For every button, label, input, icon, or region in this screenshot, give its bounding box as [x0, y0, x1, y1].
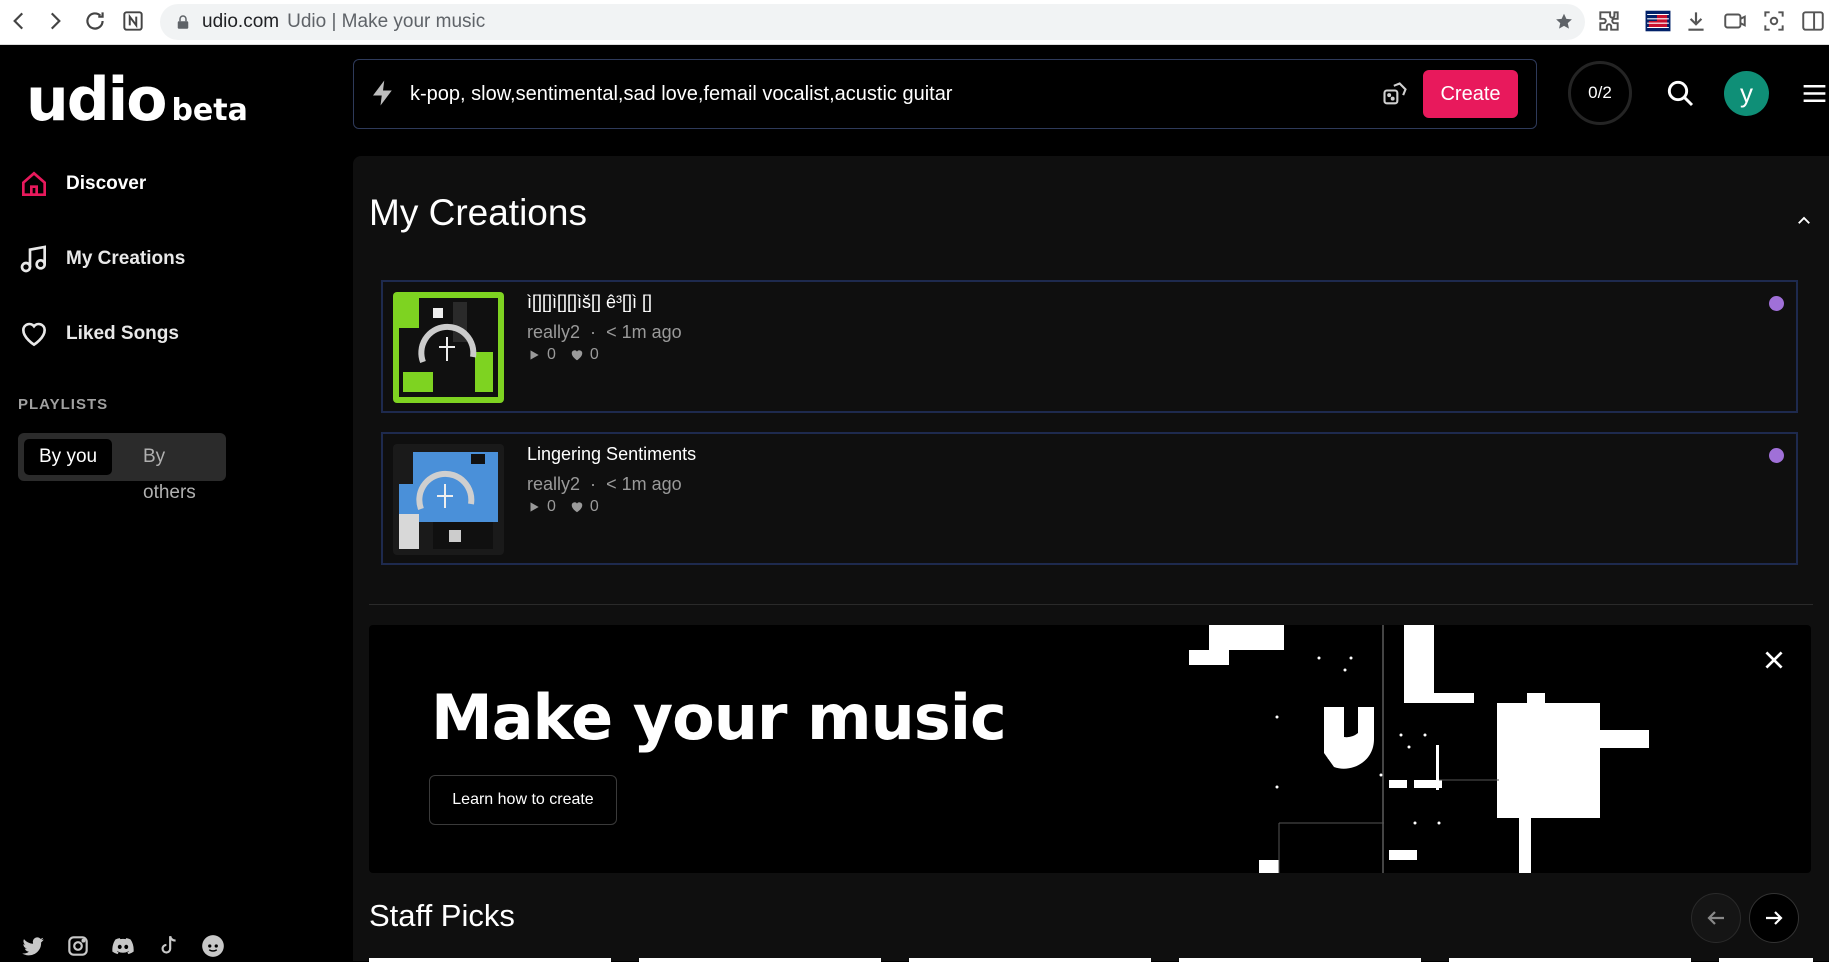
- song-author[interactable]: really2: [527, 474, 580, 494]
- staff-pick-card-edge[interactable]: [1719, 958, 1813, 962]
- song-title[interactable]: ì[][]ì[][]ìš[] ê³[]ì []: [527, 292, 652, 313]
- main-panel: My Creations ì[][]ì[][]ìš[] ê³[]ì [] rea…: [353, 156, 1829, 962]
- play-count: 0: [547, 346, 556, 363]
- tiktok-icon[interactable]: [155, 933, 181, 959]
- sidebar-item-liked-songs[interactable]: Liked Songs: [18, 318, 179, 350]
- learn-how-to-create-button[interactable]: Learn how to create: [429, 775, 617, 825]
- play-count-icon: [530, 350, 539, 360]
- like-count: 0: [589, 346, 599, 363]
- status-dot: [1769, 448, 1784, 463]
- song-time: < 1m ago: [606, 322, 682, 342]
- dice-icon[interactable]: [1381, 80, 1409, 108]
- staff-pick-card-edge[interactable]: [639, 958, 881, 962]
- carousel-prev-button[interactable]: [1691, 893, 1741, 943]
- flag-icon[interactable]: [1645, 8, 1671, 34]
- lock-icon: [177, 15, 189, 29]
- banner-headline: Make your music: [431, 681, 1007, 754]
- close-icon[interactable]: [1761, 647, 1787, 673]
- reload-icon[interactable]: [82, 8, 108, 34]
- forward-icon[interactable]: [42, 8, 68, 34]
- heart-icon: [21, 322, 47, 347]
- search-icon[interactable]: [1664, 77, 1696, 109]
- meta-separator: ·: [585, 474, 602, 494]
- song-author[interactable]: really2: [527, 322, 580, 342]
- song-card[interactable]: Lingering Sentiments really2 · < 1m ago …: [381, 432, 1798, 565]
- banner-art: [1189, 625, 1649, 873]
- user-avatar[interactable]: y: [1724, 71, 1769, 116]
- playlists-heading: PLAYLISTS: [18, 396, 109, 413]
- prompt-input[interactable]: k-pop, slow,sentimental,sad love,femail …: [410, 83, 952, 106]
- staff-pick-card-edge[interactable]: [1179, 958, 1421, 962]
- sidebar-item-my-creations[interactable]: My Creations: [18, 243, 185, 275]
- sidebar-item-label: Liked Songs: [66, 323, 179, 344]
- address-page-title: Udio | Make your music: [287, 11, 486, 32]
- like-count-icon: [571, 502, 583, 513]
- lightning-icon[interactable]: [368, 78, 398, 108]
- song-title[interactable]: Lingering Sentiments: [527, 444, 696, 465]
- tab-by-you[interactable]: By you: [24, 439, 113, 475]
- screenshot-icon[interactable]: [1761, 8, 1787, 34]
- reddit-icon[interactable]: [200, 933, 226, 959]
- staff-picks-title: Staff Picks: [369, 898, 515, 933]
- song-time: < 1m ago: [606, 474, 682, 494]
- hamburger-menu-icon[interactable]: [1800, 79, 1829, 108]
- home-icon: [22, 171, 46, 196]
- discord-icon[interactable]: [110, 933, 136, 959]
- address-bar[interactable]: udio.com Udio | Make your music: [160, 4, 1585, 40]
- staff-pick-card-edge[interactable]: [369, 958, 611, 962]
- social-links: [20, 933, 226, 959]
- staff-pick-card-edge[interactable]: [1449, 958, 1691, 962]
- chevron-up-icon[interactable]: [1795, 212, 1813, 230]
- split-view-icon[interactable]: [1800, 8, 1826, 34]
- play-count: 0: [547, 498, 556, 515]
- section-divider: [369, 604, 1813, 605]
- meta-separator: ·: [585, 322, 602, 342]
- download-icon[interactable]: [1683, 8, 1709, 34]
- cast-icon[interactable]: [1722, 8, 1748, 34]
- arrow-left-icon: [1707, 911, 1724, 925]
- tab-by-others[interactable]: By others: [128, 439, 226, 503]
- play-count-icon: [530, 502, 539, 512]
- udio-logo[interactable]: udio beta: [26, 65, 248, 135]
- song-meta: really2 · < 1m ago: [527, 322, 682, 343]
- staff-pick-card-edge[interactable]: [909, 958, 1151, 962]
- song-cover-art[interactable]: [393, 444, 504, 555]
- sidebar-item-label: My Creations: [66, 248, 186, 269]
- song-meta: really2 · < 1m ago: [527, 474, 682, 495]
- notion-icon[interactable]: [120, 8, 146, 34]
- status-dot: [1769, 296, 1784, 311]
- sidebar-item-label: Discover: [66, 173, 147, 194]
- carousel-next-button[interactable]: [1749, 893, 1799, 943]
- instagram-icon[interactable]: [65, 933, 91, 959]
- extension-icon[interactable]: [1596, 8, 1622, 34]
- sidebar-item-discover[interactable]: Discover: [18, 168, 146, 200]
- logo-beta-badge: beta: [171, 93, 248, 128]
- address-domain: udio.com: [202, 11, 280, 32]
- like-count: 0: [589, 498, 599, 515]
- music-note-icon: [20, 245, 46, 273]
- twitter-icon[interactable]: [20, 933, 46, 959]
- logo-wordmark: udio: [26, 65, 167, 135]
- arrow-right-icon: [1766, 911, 1783, 925]
- credits-counter[interactable]: 0/2: [1568, 61, 1632, 125]
- song-stats: 0 0: [527, 346, 599, 364]
- sidebar: udio beta Discover My Creations Liked So…: [0, 45, 352, 961]
- create-button[interactable]: Create: [1423, 70, 1518, 118]
- bookmark-star-icon[interactable]: [1553, 11, 1575, 33]
- like-count-icon: [571, 350, 583, 361]
- prompt-bar: k-pop, slow,sentimental,sad love,femail …: [353, 59, 1537, 129]
- make-your-music-banner: Make your music Learn how to create: [369, 625, 1811, 873]
- section-title: My Creations: [369, 192, 587, 233]
- browser-toolbar: udio.com Udio | Make your music: [0, 0, 1829, 45]
- playlist-segmented-control: By you By others: [18, 433, 226, 503]
- song-card[interactable]: ì[][]ì[][]ìš[] ê³[]ì [] really2 · < 1m a…: [381, 280, 1798, 413]
- song-stats: 0 0: [527, 498, 599, 516]
- back-icon[interactable]: [6, 8, 32, 34]
- song-cover-art[interactable]: [393, 292, 504, 403]
